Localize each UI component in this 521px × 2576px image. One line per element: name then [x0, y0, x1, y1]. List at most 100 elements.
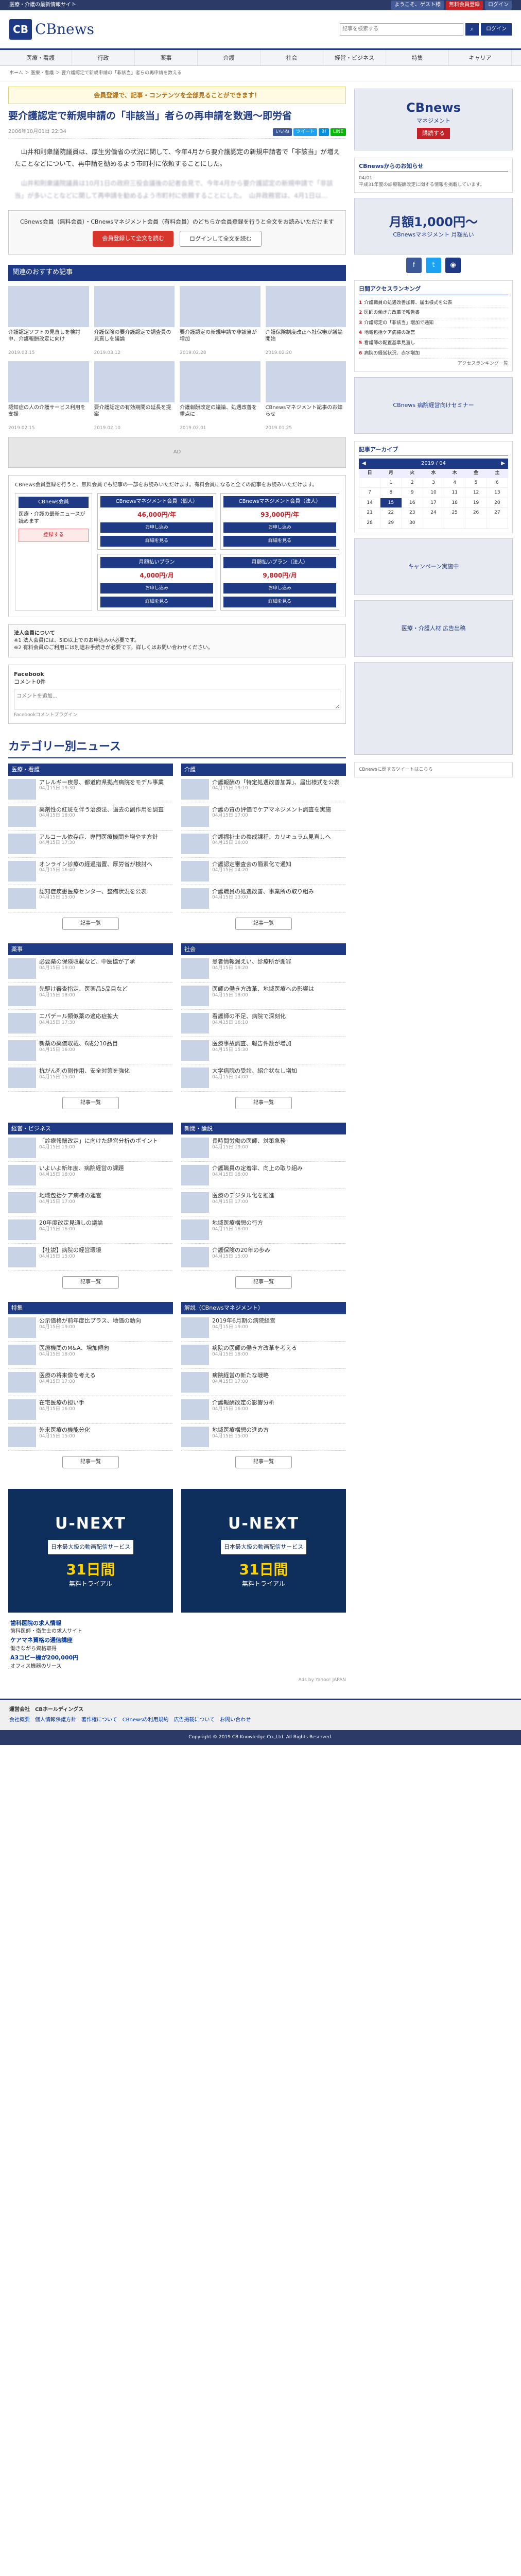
category-item[interactable]: 介護の質の評価でケアマネジメント調査を実施 04月15日 17:00 [181, 803, 346, 831]
login-read-button[interactable]: ログインして全文を読む [180, 230, 262, 247]
calendar-day[interactable]: 21 [358, 507, 381, 519]
recommend-card[interactable]: 介護報酬改定の議論、処遇改善を重点に 2019.02.01 [180, 361, 260, 432]
category-item[interactable]: アレルギー疾患、都道府県拠点病院をモデル事業 04月15日 19:30 [8, 776, 173, 803]
calendar-day[interactable]: 30 [401, 518, 423, 529]
category-more-button[interactable]: 記事一覧 [62, 917, 119, 930]
like-button[interactable]: いいね [273, 128, 292, 136]
nav-item-pharma[interactable]: 薬事 [135, 50, 198, 65]
calendar-day[interactable]: 2 [401, 477, 423, 488]
calendar-day[interactable]: 10 [422, 487, 445, 498]
category-more-button[interactable]: 記事一覧 [235, 1276, 292, 1289]
calendar-day[interactable]: 9 [401, 487, 423, 498]
unext-ad[interactable]: U-NEXT 日本最大級の動画配信サービス 31日間 無料トライアル [8, 1488, 173, 1613]
calendar-day[interactable]: 18 [444, 497, 466, 509]
nav-item-care[interactable]: 介護 [198, 50, 260, 65]
sidebar-book-ad[interactable] [354, 662, 513, 755]
calendar-day[interactable]: 11 [444, 487, 466, 498]
login-link[interactable]: ログイン [485, 1, 512, 10]
footer-link[interactable]: 著作権について [81, 1717, 117, 1724]
news-text[interactable]: 平成31年度の診療報酬改定に関する情報を掲載しています。 [359, 182, 508, 189]
category-item[interactable]: アルコール依存症、専門医療機関を増やす方針 04月15日 17:30 [8, 831, 173, 858]
category-item[interactable]: 病院の医師の働き方改革を考える 04月15日 18:00 [181, 1342, 346, 1369]
ranking-more-link[interactable]: アクセスランキング一覧 [359, 361, 508, 367]
category-more-button[interactable]: 記事一覧 [235, 917, 292, 930]
comment-input[interactable] [14, 689, 340, 710]
hatena-button[interactable]: B! [319, 128, 329, 136]
category-item[interactable]: 介護報酬の「特定処遇改善加算」、届出様式を公表 04月15日 19:10 [181, 776, 346, 803]
footer-link[interactable]: 広告掲載について [173, 1717, 215, 1724]
category-item[interactable]: 大学病院の受診、紹介状なし増加 04月15日 14:00 [181, 1064, 346, 1092]
follow-text[interactable]: CBnewsに関するツイートはこちら [359, 767, 508, 773]
calendar-day[interactable]: 17 [422, 497, 445, 509]
sidebar-ad-placement[interactable]: 医療・介護人材 広告出稿 [354, 600, 513, 657]
member-banner[interactable]: 会員登録で、記事・コンテンツを全部見ることができます！ [8, 86, 346, 105]
category-item[interactable]: 病院経営の新たな戦略 04月15日 17:00 [181, 1369, 346, 1396]
ranking-item[interactable]: 5 看護師の配置基準見直し [359, 338, 508, 349]
nav-item-business[interactable]: 経営・ビジネス [323, 50, 386, 65]
sidebar-monthly-ad[interactable]: 月額1,000円〜 CBnewsマネジメント 月額払い [354, 198, 513, 255]
inline-ad[interactable]: AD [8, 436, 346, 468]
category-item[interactable]: 長時間労働の医師、対策急務 04月15日 19:00 [181, 1134, 346, 1162]
category-more-button[interactable]: 記事一覧 [235, 1097, 292, 1110]
footer-link[interactable]: CBnewsの利用規約 [123, 1717, 169, 1724]
tweet-button[interactable]: ツイート [293, 128, 318, 136]
category-item[interactable]: 医療のデジタル化を推進 04月15日 17:00 [181, 1189, 346, 1217]
text-ad-title[interactable]: 歯科医院の求人情報 [10, 1619, 344, 1628]
category-item[interactable]: 医療事故調査、報告件数が増加 04月15日 15:30 [181, 1037, 346, 1065]
calendar-day[interactable]: 27 [486, 507, 509, 519]
nav-item-medical[interactable]: 医療・看護 [9, 50, 72, 65]
twitter-icon[interactable]: t [426, 258, 441, 274]
register-read-button[interactable]: 会員登録して全文を読む [93, 230, 173, 247]
category-item[interactable]: 患者情報漏えい、診療所が謝罪 04月15日 19:20 [181, 955, 346, 983]
calendar-day[interactable]: 24 [422, 507, 445, 519]
category-item[interactable]: 介護保険の20年の歩み 04月15日 15:00 [181, 1244, 346, 1272]
category-item[interactable]: 薬剤性の紅斑を伴う治療法、過去の副作用を調査 04月15日 18:00 [8, 803, 173, 831]
category-item[interactable]: 地域医療構想の進め方 04月15日 15:00 [181, 1423, 346, 1451]
plan-apply-button[interactable]: お申し込み [223, 583, 336, 594]
sidebar-campaign-ad[interactable]: キャンペーン実施中 [354, 538, 513, 595]
facebook-icon[interactable]: f [406, 258, 422, 274]
plan-apply-button[interactable]: お申し込み [223, 522, 336, 533]
line-button[interactable]: LINE [330, 128, 346, 136]
category-more-button[interactable]: 記事一覧 [62, 1097, 119, 1110]
ranking-item[interactable]: 6 病院の経営状況、赤字増加 [359, 349, 508, 359]
category-item[interactable]: 地域医療構想の行方 04月15日 16:00 [181, 1216, 346, 1244]
category-item[interactable]: 「診療報酬改定」に向けた経営分析のポイント 04月15日 19:00 [8, 1134, 173, 1162]
site-logo[interactable]: CB CBnews [9, 19, 94, 40]
calendar-day[interactable]: 4 [444, 477, 466, 488]
category-item[interactable]: オンライン診療の経過措置、厚労省が検討へ 04月15日 16:40 [8, 858, 173, 885]
calendar-day[interactable]: 6 [486, 477, 509, 488]
plan-detail-button[interactable]: 詳細を見る [100, 536, 213, 547]
sidebar-management-ad[interactable]: CBnews マネジメント 購読する [354, 88, 513, 150]
category-item[interactable]: 2019年6月期の病院経営 04月15日 19:00 [181, 1314, 346, 1342]
search-button[interactable]: ⌕ [465, 23, 479, 36]
next-month-icon[interactable]: ▶ [501, 460, 505, 467]
ranking-item[interactable]: 4 地域包括ケア病棟の運営 [359, 328, 508, 338]
plan-detail-button[interactable]: 詳細を見る [223, 536, 336, 547]
plan-detail-button[interactable]: 詳細を見る [223, 597, 336, 607]
free-plan-button[interactable]: 登録する [19, 528, 89, 542]
category-more-button[interactable]: 記事一覧 [62, 1276, 119, 1289]
calendar-day[interactable]: 29 [380, 518, 402, 529]
category-item[interactable]: 必要薬の保険収載など、中医協が了承 04月15日 19:00 [8, 955, 173, 983]
category-item[interactable]: 新薬の薬価収載、6成分10品目 04月15日 16:00 [8, 1037, 173, 1065]
category-item[interactable]: 介護報酬改定の影響分析 04月15日 16:00 [181, 1396, 346, 1423]
recommend-card[interactable]: CBnewsマネジメント記事のお知らせ 2019.01.25 [265, 361, 346, 432]
category-more-button[interactable]: 記事一覧 [235, 1455, 292, 1468]
sidebar-seminar-ad[interactable]: CBnews 病院経営向けセミナー [354, 377, 513, 434]
calendar-day[interactable]: 22 [380, 507, 402, 519]
text-ad-title[interactable]: ケアマネ資格の通信講座 [10, 1636, 344, 1645]
footer-link[interactable]: 個人情報保護方針 [35, 1717, 76, 1724]
plan-apply-button[interactable]: お申し込み [100, 522, 213, 533]
category-item[interactable]: 20年度改定見通しの議論 04月15日 16:00 [8, 1216, 173, 1244]
calendar-day[interactable]: 13 [486, 487, 509, 498]
calendar-day[interactable]: 16 [401, 497, 423, 509]
nav-item-society[interactable]: 社会 [260, 50, 323, 65]
category-item[interactable]: 介護認定審査会の簡素化で通知 04月15日 14:20 [181, 858, 346, 885]
prev-month-icon[interactable]: ◀ [362, 460, 366, 467]
text-ad-title[interactable]: A3コピー機が200,000円 [10, 1653, 344, 1663]
text-ad[interactable]: ケアマネ資格の通信講座 働きながら資格取得 [10, 1636, 344, 1653]
register-link[interactable]: 無料会員登録 [446, 1, 483, 10]
recommend-card[interactable]: 要介護認定の有効期間の延長を提案 2019.02.10 [94, 361, 175, 432]
category-item[interactable]: 在宅医療の担い手 04月15日 16:00 [8, 1396, 173, 1423]
